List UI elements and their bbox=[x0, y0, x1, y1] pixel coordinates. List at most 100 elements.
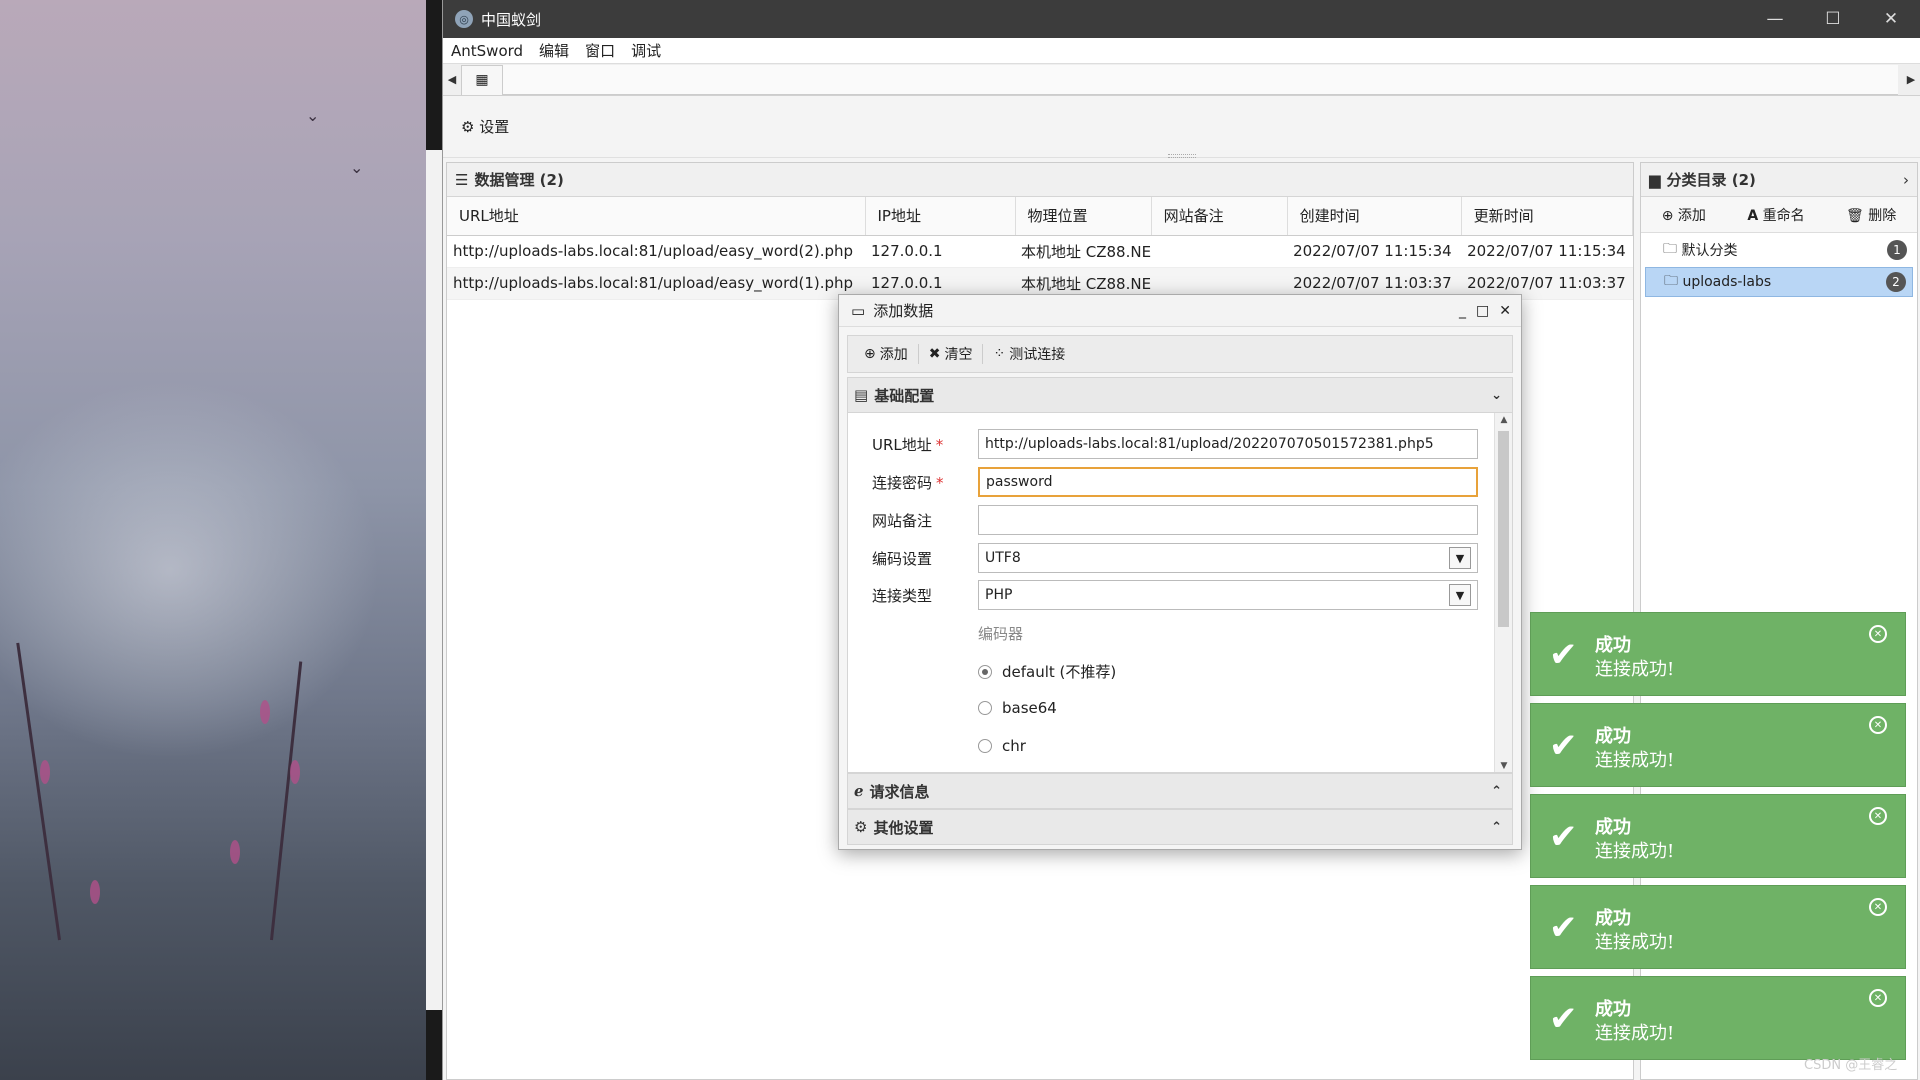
menu-debug[interactable]: 调试 bbox=[631, 40, 661, 61]
dialog-close-button[interactable]: ✕ bbox=[1499, 303, 1511, 319]
background-window-edge bbox=[426, 0, 442, 1080]
tab-scroll-right-icon[interactable]: ▶ bbox=[1902, 73, 1920, 86]
plant-leaf bbox=[90, 880, 100, 904]
plus-circle-icon: ⊕ bbox=[864, 346, 876, 362]
connection-type-select[interactable]: PHP ▼ bbox=[978, 580, 1478, 610]
chevron-up-icon: ⌃ bbox=[1491, 819, 1502, 835]
note-input[interactable] bbox=[978, 505, 1478, 535]
close-window-button[interactable]: ✕ bbox=[1862, 0, 1920, 38]
gear-icon: ⚙ bbox=[461, 118, 475, 136]
data-panel-header: ☰ 数据管理 (2) bbox=[447, 163, 1633, 197]
scroll-up-icon[interactable]: ▲ bbox=[1495, 415, 1512, 425]
x-icon: ✖ bbox=[928, 346, 941, 362]
collapse-right-icon[interactable]: › bbox=[1903, 171, 1909, 189]
checkmark-icon: ✔ bbox=[1549, 635, 1578, 675]
window-title: 中国蚁剑 bbox=[481, 10, 542, 29]
folder-icon: ▆ bbox=[1649, 170, 1661, 189]
chevron-up-icon: ⌃ bbox=[1491, 783, 1502, 799]
scroll-down-icon[interactable]: ▼ bbox=[1495, 761, 1512, 771]
dialog-add-button[interactable]: ⊕ 添加 bbox=[854, 344, 918, 364]
add-data-dialog: ▭ 添加数据 _ □ ✕ ⊕ 添加 ✖ 清空 ⁘ 测试连接 ▤ 基础配置 ⌄ URL地… bbox=[838, 294, 1522, 850]
form-scrollbar[interactable]: ▲ ▼ bbox=[1494, 413, 1512, 772]
plant-leaf bbox=[260, 700, 270, 724]
plant-leaf bbox=[290, 760, 300, 784]
menu-edit[interactable]: 编辑 bbox=[539, 40, 569, 61]
col-location[interactable]: 物理位置 bbox=[1015, 197, 1152, 236]
encoder-radio-chr[interactable]: chr bbox=[978, 737, 1026, 755]
menu-antsword[interactable]: AntSword bbox=[451, 42, 523, 60]
password-row: 连接密码 * password bbox=[848, 467, 1478, 497]
minimize-button[interactable]: — bbox=[1746, 0, 1804, 38]
success-toast[interactable]: ✔ 成功 连接成功! ✕ bbox=[1530, 703, 1906, 787]
success-toast[interactable]: ✔ 成功 连接成功! ✕ bbox=[1530, 794, 1906, 878]
maximize-button[interactable]: ☐ bbox=[1804, 0, 1862, 38]
dialog-minimize-button[interactable]: _ bbox=[1459, 303, 1466, 319]
table-row[interactable]: http://uploads-labs.local:81/upload/easy… bbox=[447, 235, 1633, 268]
checkmark-icon: ✔ bbox=[1549, 908, 1578, 948]
antsword-logo-icon: ◎ bbox=[455, 10, 473, 28]
checkmark-icon: ✔ bbox=[1549, 726, 1578, 766]
url-row: URL地址 * http://uploads-labs.local:81/uplo… bbox=[848, 429, 1478, 459]
dialog-title-bar[interactable]: ▭ 添加数据 _ □ ✕ bbox=[839, 295, 1521, 327]
horizontal-splitter[interactable] bbox=[1168, 154, 1196, 158]
tab-scroll-left-icon[interactable]: ◀ bbox=[443, 73, 461, 86]
category-rename-button[interactable]: A 重命名 bbox=[1747, 205, 1804, 225]
col-note[interactable]: 网站备注 bbox=[1151, 197, 1288, 236]
settings-button[interactable]: ⚙ 设置 bbox=[461, 116, 509, 137]
scroll-thumb[interactable] bbox=[1498, 431, 1509, 627]
tab-strip: ◀ ▦ ▶ bbox=[443, 64, 1920, 96]
toast-close-icon[interactable]: ✕ bbox=[1869, 898, 1887, 916]
encoding-select[interactable]: UTF8 ▼ bbox=[978, 543, 1478, 573]
col-ip[interactable]: IP地址 bbox=[865, 197, 1016, 236]
success-toast[interactable]: ✔ 成功 连接成功! ✕ bbox=[1530, 976, 1906, 1060]
dialog-test-connection-button[interactable]: ⁘ 测试连接 bbox=[983, 344, 1075, 364]
category-item-uploads-labs[interactable]: 🗀 uploads-labs 2 bbox=[1645, 267, 1913, 297]
checkmark-icon: ✔ bbox=[1549, 817, 1578, 857]
chevron-down-icon: ⌄ bbox=[1491, 387, 1502, 403]
plant-leaf bbox=[40, 760, 50, 784]
menu-bar: AntSword 编辑 窗口 调试 bbox=[443, 38, 1920, 64]
encoder-radio-base64[interactable]: base64 bbox=[978, 699, 1057, 717]
settings-toolbar: ⚙ 设置 bbox=[443, 96, 1920, 158]
basic-config-section-header[interactable]: ▤ 基础配置 ⌄ bbox=[847, 377, 1513, 413]
radio-icon bbox=[978, 739, 992, 753]
other-settings-section-header[interactable]: ⚙ 其他设置 ⌃ bbox=[847, 809, 1513, 845]
basic-config-form: URL地址 * http://uploads-labs.local:81/uplo… bbox=[847, 413, 1513, 773]
col-created[interactable]: 创建时间 bbox=[1287, 197, 1462, 236]
category-toolbar: ⊕ 添加 A 重命名 🗑 删除 bbox=[1641, 197, 1917, 233]
toast-close-icon[interactable]: ✕ bbox=[1869, 807, 1887, 825]
tab-home-grid-icon[interactable]: ▦ bbox=[461, 64, 503, 95]
chevron-down-icon: ▼ bbox=[1449, 547, 1471, 569]
menu-window[interactable]: 窗口 bbox=[585, 40, 615, 61]
title-bar: ◎ 中国蚁剑 — ☐ ✕ bbox=[443, 0, 1920, 38]
dialog-clear-button[interactable]: ✖ 清空 bbox=[919, 344, 983, 364]
checkmark-icon: ✔ bbox=[1549, 999, 1578, 1039]
document-icon: ▤ bbox=[854, 386, 869, 404]
plant-leaf bbox=[230, 840, 240, 864]
radio-icon bbox=[978, 701, 992, 715]
toast-close-icon[interactable]: ✕ bbox=[1869, 625, 1887, 643]
url-input[interactable]: http://uploads-labs.local:81/upload/2022… bbox=[978, 429, 1478, 459]
encoding-row: 编码设置 UTF8 ▼ bbox=[848, 543, 1478, 573]
window-icon: ▭ bbox=[851, 301, 866, 320]
data-table: URL地址 IP地址 物理位置 网站备注 创建时间 更新时间 http://up… bbox=[447, 197, 1634, 300]
category-add-button[interactable]: ⊕ 添加 bbox=[1662, 205, 1706, 225]
folder-open-icon: 🗀 bbox=[1663, 241, 1677, 257]
request-info-section-header[interactable]: ℯ 请求信息 ⌃ bbox=[847, 773, 1513, 809]
count-badge: 2 bbox=[1886, 272, 1906, 292]
dialog-maximize-button[interactable]: □ bbox=[1476, 303, 1489, 319]
category-panel-header: ▆ 分类目录 (2) › bbox=[1641, 163, 1917, 197]
watermark: CSDN @王睿之 bbox=[1804, 1058, 1898, 1073]
category-item-default[interactable]: 🗀 默认分类 1 bbox=[1645, 235, 1913, 265]
encoder-radio-default[interactable]: default (不推荐) bbox=[978, 661, 1116, 682]
bird-icon: ⌄ bbox=[306, 106, 320, 125]
success-toast[interactable]: ✔ 成功 连接成功! ✕ bbox=[1530, 612, 1906, 696]
toast-close-icon[interactable]: ✕ bbox=[1869, 989, 1887, 1007]
wallpaper-fog bbox=[0, 380, 380, 760]
toast-close-icon[interactable]: ✕ bbox=[1869, 716, 1887, 734]
success-toast[interactable]: ✔ 成功 连接成功! ✕ bbox=[1530, 885, 1906, 969]
password-input[interactable]: password bbox=[978, 467, 1478, 497]
category-delete-button[interactable]: 🗑 删除 bbox=[1846, 205, 1896, 225]
col-url[interactable]: URL地址 bbox=[447, 197, 866, 236]
col-updated[interactable]: 更新时间 bbox=[1461, 197, 1634, 236]
